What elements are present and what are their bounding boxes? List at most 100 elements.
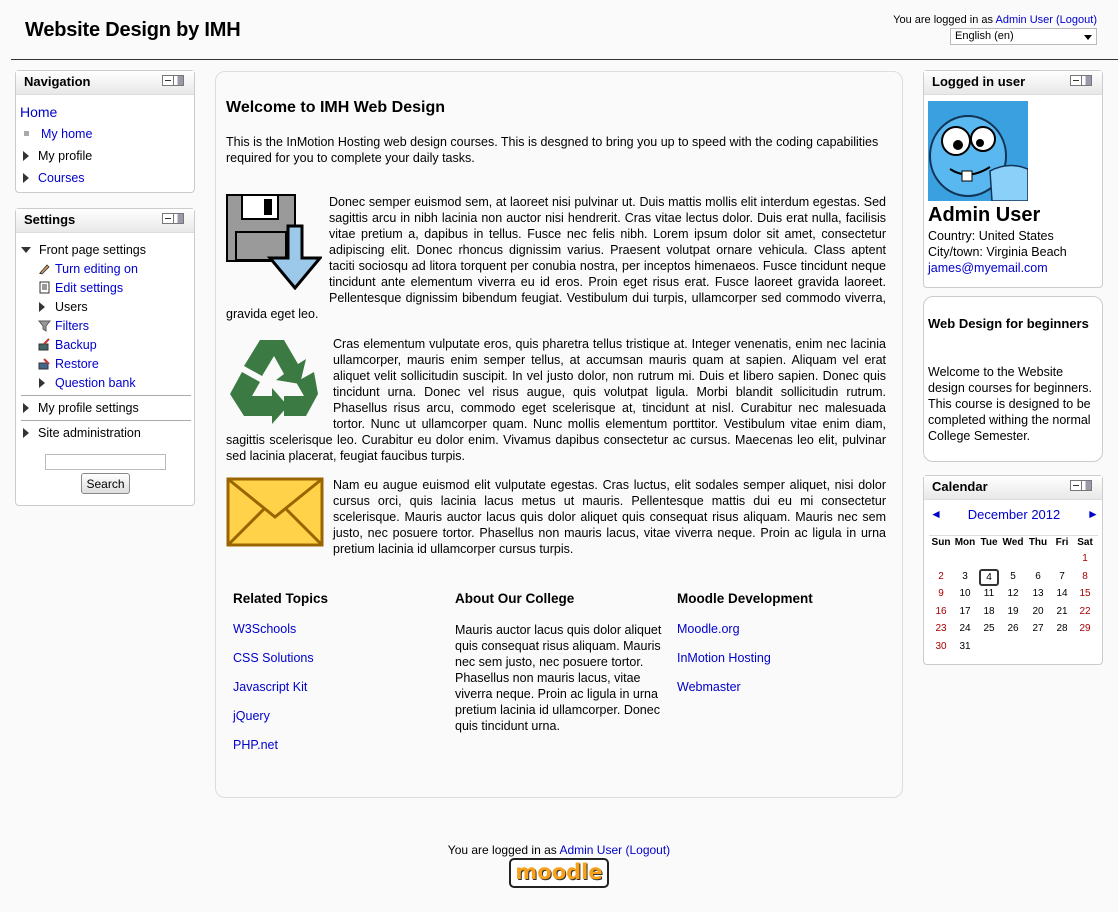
calendar-day[interactable]: 12 — [1001, 588, 1025, 599]
calendar-month-title[interactable]: December 2012 — [924, 507, 1104, 522]
calendar-day[interactable]: 19 — [1001, 606, 1025, 617]
nav-courses[interactable]: Courses — [23, 171, 85, 185]
calendar-day[interactable]: 10 — [953, 588, 977, 599]
calendar-day[interactable]: 24 — [953, 623, 977, 634]
calendar-day[interactable]: 30 — [929, 641, 953, 652]
collapse-icon[interactable] — [163, 76, 174, 85]
calendar-day[interactable]: 31 — [953, 641, 977, 652]
settings-search-input[interactable] — [45, 454, 166, 470]
footer-user-link[interactable]: Admin User — [559, 843, 622, 857]
calendar-day[interactable]: 22 — [1073, 606, 1097, 617]
calendar-day[interactable]: 16 — [929, 606, 953, 617]
settings-search-button[interactable]: Search — [81, 473, 130, 494]
backup-link[interactable]: Backup — [55, 338, 97, 352]
calendar-day[interactable]: 9 — [929, 588, 953, 599]
dock-icon[interactable] — [174, 76, 183, 85]
nav-my-home[interactable]: My home — [41, 127, 92, 141]
backup-icon — [38, 338, 50, 351]
main-content: Welcome to IMH Web Design This is the In… — [215, 71, 903, 798]
calendar-day[interactable]: 3 — [953, 571, 977, 582]
calendar-day[interactable]: 27 — [1026, 623, 1050, 634]
nav-courses-label[interactable]: Courses — [38, 171, 85, 185]
dock-icon[interactable] — [1082, 76, 1091, 85]
calendar-day[interactable]: 29 — [1073, 623, 1097, 634]
calendar-day[interactable]: 14 — [1050, 588, 1074, 599]
pencil-icon — [39, 264, 50, 275]
calendar-today[interactable]: 4 — [979, 568, 999, 586]
moodle-logo[interactable]: moodle — [509, 858, 609, 888]
calendar-day[interactable]: 11 — [977, 588, 1001, 599]
user-city: City/town: Virginia Beach — [928, 245, 1067, 259]
dock-icon[interactable] — [1082, 481, 1091, 490]
user-email-link[interactable]: james@myemail.com — [928, 261, 1048, 275]
calendar-day[interactable]: 5 — [1001, 571, 1025, 582]
logged-in-block-header: Logged in user — [924, 71, 1102, 95]
expand-icon — [23, 173, 29, 183]
question-bank-link[interactable]: Question bank — [55, 376, 136, 390]
related-link[interactable]: PHP.net — [233, 738, 278, 752]
chevron-down-icon — [1084, 35, 1092, 40]
about-college-title: About Our College — [455, 591, 575, 606]
next-month-icon[interactable]: ► — [1087, 507, 1099, 521]
calendar-day-header: Sat — [1077, 537, 1093, 548]
about-college-text: Mauris auctor lacus quis dolor aliquet q… — [455, 623, 662, 733]
calendar-day[interactable]: 1 — [1073, 553, 1097, 564]
related-link[interactable]: jQuery — [233, 709, 270, 723]
calendar-day[interactable]: 6 — [1026, 571, 1050, 582]
calendar-day-header: Fri — [1055, 537, 1069, 548]
nav-my-profile[interactable]: My profile — [23, 149, 92, 163]
calendar-day[interactable]: 13 — [1026, 588, 1050, 599]
moodle-link[interactable]: Webmaster — [677, 680, 741, 694]
restore-link[interactable]: Restore — [55, 357, 99, 371]
language-select[interactable]: English (en) — [950, 28, 1097, 45]
collapse-icon[interactable] — [163, 214, 174, 223]
collapse-icon[interactable] — [1071, 76, 1082, 85]
collapse-icon[interactable] — [1071, 481, 1082, 490]
restore-icon — [38, 358, 50, 370]
calendar-day[interactable]: 25 — [977, 623, 1001, 634]
site-administration[interactable]: Site administration — [23, 426, 141, 440]
turn-editing-on-link[interactable]: Turn editing on — [55, 262, 138, 276]
moodle-link[interactable]: InMotion Hosting — [677, 651, 771, 665]
moodle-link[interactable]: Moodle.org — [677, 622, 740, 636]
calendar-block-header: Calendar — [924, 476, 1102, 500]
block-controls[interactable] — [162, 213, 184, 224]
calendar-day[interactable]: 2 — [929, 571, 953, 582]
nav-home[interactable]: Home — [20, 104, 57, 120]
related-link[interactable]: CSS Solutions — [233, 651, 314, 665]
footer-logout-link[interactable]: (Logout) — [625, 843, 670, 857]
avatar[interactable] — [928, 101, 1028, 201]
front-page-settings[interactable]: Front page settings — [21, 243, 146, 257]
users-item[interactable]: Users — [39, 300, 88, 314]
calendar-day[interactable]: 21 — [1050, 606, 1074, 617]
calendar-day[interactable]: 18 — [977, 606, 1001, 617]
calendar-day[interactable]: 8 — [1073, 571, 1097, 582]
calendar-day[interactable]: 23 — [929, 623, 953, 634]
block-title: Logged in user — [932, 74, 1026, 89]
front-page-settings-label: Front page settings — [39, 243, 147, 257]
calendar-day[interactable]: 17 — [953, 606, 977, 617]
block-title: Calendar — [932, 479, 988, 494]
my-profile-settings[interactable]: My profile settings — [23, 401, 139, 415]
calendar-day[interactable]: 20 — [1026, 606, 1050, 617]
filters-link[interactable]: Filters — [55, 319, 89, 333]
calendar-day[interactable]: 7 — [1050, 571, 1074, 582]
filter-icon — [38, 320, 51, 332]
related-link[interactable]: Javascript Kit — [233, 680, 307, 694]
related-link[interactable]: W3Schools — [233, 622, 296, 636]
calendar-day[interactable]: 28 — [1050, 623, 1074, 634]
logout-link[interactable]: (Logout) — [1056, 14, 1097, 26]
block-controls[interactable] — [1070, 480, 1092, 491]
calendar-day[interactable]: 26 — [1001, 623, 1025, 634]
edit-settings-link[interactable]: Edit settings — [55, 281, 123, 295]
course-block-title: Web Design for beginners — [928, 316, 1089, 331]
related-links-list: W3Schools CSS Solutions Javascript Kit j… — [233, 622, 314, 767]
block-controls[interactable] — [162, 75, 184, 86]
block-controls[interactable] — [1070, 75, 1092, 86]
dock-icon[interactable] — [174, 214, 183, 223]
settings-block-header: Settings — [16, 209, 194, 233]
calendar-day[interactable]: 15 — [1073, 588, 1097, 599]
my-profile-settings-label: My profile settings — [38, 401, 139, 415]
user-link[interactable]: Admin User — [995, 14, 1052, 26]
question-bank-item[interactable]: Question bank — [39, 376, 136, 390]
